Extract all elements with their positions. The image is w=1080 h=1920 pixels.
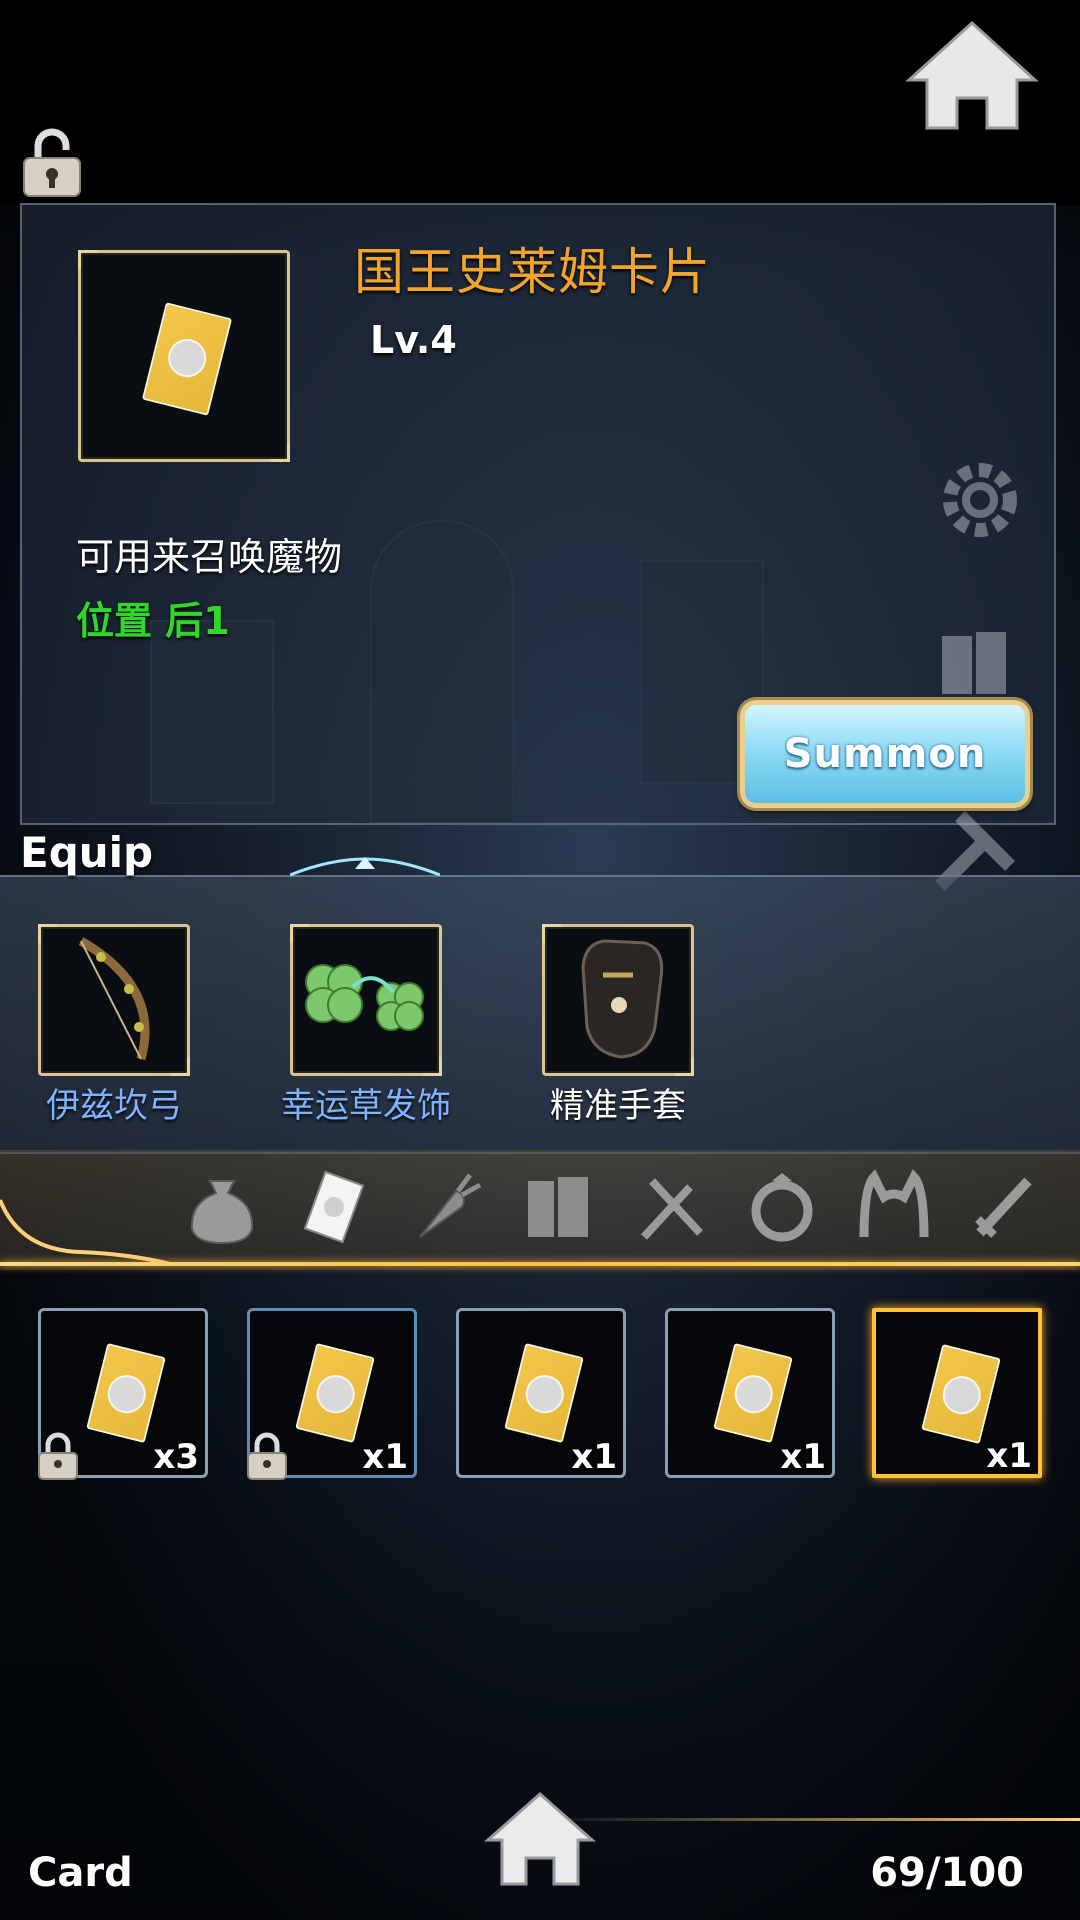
bag-icon xyxy=(190,1180,254,1245)
inventory-slot-1[interactable]: x3 xyxy=(38,1308,208,1480)
item-title: 国王史莱姆卡片 xyxy=(354,243,711,301)
item-preview-frame xyxy=(78,250,290,462)
tab-headwear[interactable] xyxy=(852,1165,936,1249)
tab-ring[interactable] xyxy=(740,1165,824,1249)
tab-card[interactable] xyxy=(292,1165,376,1249)
inventory-slot-5-selected[interactable]: x1 xyxy=(872,1308,1042,1478)
home-icon xyxy=(484,1791,596,1886)
home-button-bottom[interactable] xyxy=(484,1790,596,1888)
inventory-capacity: 69/100 xyxy=(870,1850,1024,1896)
carrot-icon xyxy=(419,1173,482,1238)
ring-icon xyxy=(751,1173,813,1242)
gear-icon[interactable] xyxy=(932,452,1028,548)
tab-book[interactable] xyxy=(516,1165,600,1249)
equip-section-title: Equip xyxy=(20,828,154,877)
item-quantity: x1 xyxy=(571,1437,617,1477)
category-label: Card xyxy=(28,1850,133,1896)
equip-name-glove: 精准手套 xyxy=(550,1086,686,1126)
card-item-icon xyxy=(86,1343,166,1443)
home-button[interactable] xyxy=(905,18,1040,133)
ornament-icon xyxy=(290,857,440,877)
inventory-slot-4[interactable]: x1 xyxy=(665,1308,835,1478)
item-quantity: x1 xyxy=(362,1437,408,1477)
card-item-icon xyxy=(141,302,233,416)
item-quantity: x1 xyxy=(780,1437,826,1477)
item-position: 位置 后1 xyxy=(76,599,230,643)
bow-icon xyxy=(78,937,150,1061)
equip-slot-clover[interactable] xyxy=(290,924,442,1076)
footer-divider xyxy=(540,1818,1080,1821)
lock-icon xyxy=(38,1432,78,1480)
clover-icon xyxy=(305,964,424,1031)
equip-name-clover: 幸运草发饰 xyxy=(281,1086,451,1126)
tab-bar-divider xyxy=(0,1262,1080,1266)
home-icon xyxy=(905,20,1039,130)
glove-icon xyxy=(581,939,664,1059)
card-item-icon xyxy=(921,1344,1001,1444)
sword-icon xyxy=(975,1177,1032,1238)
equip-slot-glove[interactable] xyxy=(542,924,694,1076)
unlocked-icon xyxy=(23,128,81,197)
tab-bar-flourish xyxy=(0,1199,171,1266)
summon-button[interactable]: Summon xyxy=(740,700,1030,808)
inventory-slot-3[interactable]: x1 xyxy=(456,1308,626,1478)
equip-slot-bow[interactable] xyxy=(38,924,190,1076)
item-quantity: x3 xyxy=(153,1437,199,1477)
books-icon[interactable] xyxy=(938,628,1018,698)
unlock-toggle[interactable] xyxy=(20,128,84,200)
lock-icon xyxy=(247,1432,287,1480)
book-icon xyxy=(528,1177,588,1237)
item-level: Lv.4 xyxy=(370,318,457,362)
tab-weapon[interactable] xyxy=(964,1165,1048,1249)
tab-bag[interactable] xyxy=(180,1165,264,1249)
cat-ears-icon xyxy=(859,1169,929,1238)
card-item-icon xyxy=(713,1343,793,1443)
summon-button-label: Summon xyxy=(783,731,987,777)
item-quantity: x1 xyxy=(986,1436,1032,1476)
card-icon xyxy=(303,1170,365,1244)
tab-food[interactable] xyxy=(628,1165,712,1249)
card-item-icon xyxy=(295,1343,375,1443)
inventory-slot-2[interactable]: x1 xyxy=(247,1308,417,1480)
card-item-icon xyxy=(504,1343,584,1443)
fork-spoon-icon xyxy=(641,1178,703,1240)
tab-carrot[interactable] xyxy=(404,1165,488,1249)
item-description: 可用来召唤魔物 xyxy=(76,535,343,579)
equip-name-bow: 伊兹坎弓 xyxy=(46,1086,182,1126)
